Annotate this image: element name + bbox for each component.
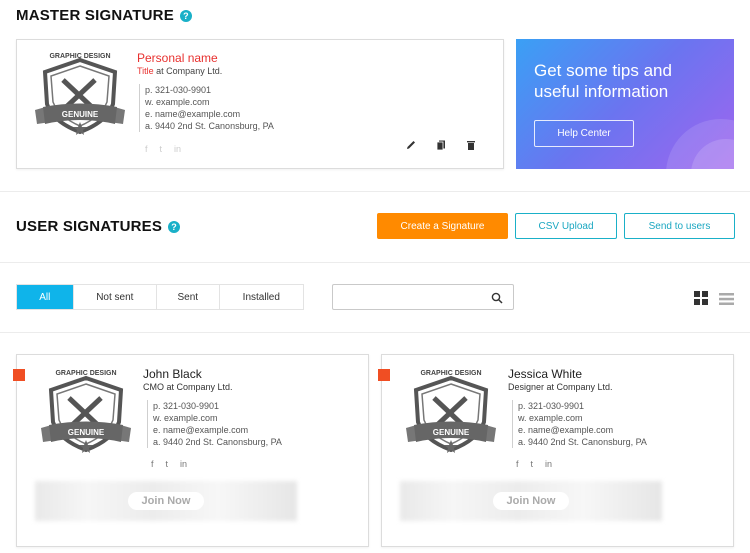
sig-role: Designer at Company Ltd. (508, 382, 613, 392)
sig-email: e. name@example.com (518, 425, 614, 435)
sig-social: f t in (516, 459, 647, 469)
sig-social: f t in (145, 144, 274, 154)
divider (0, 262, 750, 263)
copy-icon[interactable] (434, 138, 448, 152)
sig-address: a. 9440 2nd St. Canonsburg, PA (145, 121, 274, 131)
sig-details: John Black CMO at Company Ltd. p. 321-03… (143, 367, 282, 469)
facebook-icon: f (151, 459, 154, 469)
sig-address: a. 9440 2nd St. Canonsburg, PA (518, 437, 647, 447)
sig-details: Jessica White Designer at Company Ltd. p… (508, 367, 647, 469)
logo-top-text: GRAPHIC DESIGN (55, 370, 117, 377)
divider (0, 191, 750, 192)
search-icon[interactable] (491, 291, 503, 309)
csv-upload-button[interactable]: CSV Upload (515, 213, 617, 239)
user-signatures-title: USER SIGNATURES (16, 218, 163, 235)
signature-card[interactable]: GRAPHIC DESIGN GENUINE Jessica White Des… (378, 354, 734, 547)
sig-social: f t in (151, 459, 282, 469)
banner-overlay: Join Now (400, 481, 662, 521)
search-input[interactable] (339, 286, 489, 308)
sig-website: w. example.com (518, 413, 583, 423)
sig-email: e. name@example.com (153, 425, 249, 435)
master-signature-card: GRAPHIC DESIGN GENUINE Personal name Tit… (16, 39, 504, 169)
badge-logo-icon (41, 375, 131, 453)
tab-not-sent[interactable]: Not sent (74, 285, 158, 309)
sig-phone: p. 321-030-9901 (153, 401, 220, 411)
create-signature-button[interactable]: Create a Signature (377, 213, 508, 239)
logo-banner-text: GENUINE (67, 428, 105, 437)
linkedin-icon: in (545, 459, 553, 469)
twitter-icon: t (530, 459, 534, 469)
twitter-icon: t (159, 144, 163, 154)
banner-overlay: Join Now (35, 481, 297, 521)
master-signature-title: MASTER SIGNATURE (16, 7, 174, 24)
sig-phone: p. 321-030-9901 (518, 401, 585, 411)
send-to-users-button[interactable]: Send to users (624, 213, 735, 239)
tab-sent[interactable]: Sent (157, 285, 220, 309)
sig-title-word: Title (137, 66, 154, 76)
status-flag (13, 369, 25, 381)
signature-card[interactable]: GRAPHIC DESIGN GENUINE John Black CMO at… (13, 354, 369, 547)
master-actions (404, 138, 478, 152)
linkedin-icon: in (180, 459, 188, 469)
sig-contact-lines: p. 321-030-9901 w. example.com e. name@e… (512, 400, 647, 448)
search-box (332, 284, 514, 310)
logo-top-text: GRAPHIC DESIGN (420, 370, 482, 377)
tips-card: Get some tips and useful information Hel… (516, 39, 734, 169)
linkedin-icon: in (174, 144, 182, 154)
grid-view-icon[interactable] (694, 291, 708, 310)
help-icon[interactable]: ? (168, 220, 181, 233)
sig-name: Personal name (137, 51, 218, 65)
sig-address: a. 9440 2nd St. Canonsburg, PA (153, 437, 282, 447)
tab-installed[interactable]: Installed (220, 285, 303, 309)
divider (0, 332, 750, 333)
edit-pencil-icon[interactable] (404, 138, 418, 152)
sig-name: John Black (143, 367, 202, 381)
genuine-logo: GRAPHIC DESIGN GENUINE (29, 52, 131, 138)
badge-logo-icon (35, 57, 125, 135)
facebook-icon: f (516, 459, 519, 469)
sig-website: w. example.com (153, 413, 218, 423)
logo-banner-text: GENUINE (61, 110, 99, 119)
badge-logo-icon (406, 375, 496, 453)
user-signatures-heading: USER SIGNATURES ? (16, 218, 181, 235)
master-signature-heading: MASTER SIGNATURE ? (16, 7, 192, 24)
sig-contact-lines: p. 321-030-9901 w. example.com e. name@e… (147, 400, 282, 448)
help-icon[interactable]: ? (179, 9, 192, 22)
filter-tabs: All Not sent Sent Installed (16, 284, 304, 310)
join-now-banner-text: Join Now (492, 492, 570, 510)
twitter-icon: t (165, 459, 169, 469)
sig-name: Jessica White (508, 367, 583, 381)
master-sig-details: Personal name Title at Company Ltd. p. 3… (137, 51, 274, 154)
sig-role: CMO at Company Ltd. (143, 382, 233, 392)
sig-phone: p. 321-030-9901 (145, 85, 212, 95)
trash-icon[interactable] (464, 138, 478, 152)
sig-company: at Company Ltd. (153, 66, 223, 76)
help-center-button[interactable]: Help Center (534, 120, 634, 147)
status-flag (378, 369, 390, 381)
facebook-icon: f (145, 144, 148, 154)
logo-top-text: GRAPHIC DESIGN (49, 53, 111, 60)
sig-role: Title at Company Ltd. (137, 66, 274, 76)
sig-contact-lines: p. 321-030-9901 w. example.com e. name@e… (139, 84, 274, 132)
logo-banner-text: GENUINE (432, 428, 470, 437)
tab-all[interactable]: All (17, 285, 74, 309)
sig-website: w. example.com (145, 97, 210, 107)
tips-title: Get some tips and useful information (534, 61, 672, 101)
join-now-banner-text: Join Now (127, 492, 205, 510)
genuine-logo: GRAPHIC DESIGN GENUINE (35, 369, 137, 457)
sig-email: e. name@example.com (145, 109, 241, 119)
list-view-icon[interactable] (719, 292, 734, 310)
genuine-logo: GRAPHIC DESIGN GENUINE (400, 369, 502, 457)
